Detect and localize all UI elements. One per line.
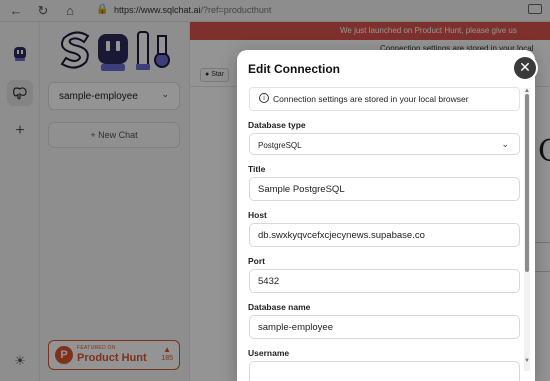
- info-notice-text: Connection settings are stored in your l…: [273, 94, 469, 104]
- username-input[interactable]: [249, 361, 520, 381]
- info-notice: i Connection settings are stored in your…: [249, 87, 520, 111]
- title-value: Sample PostgreSQL: [258, 184, 345, 195]
- edit-connection-dialog: Edit Connection i Connection settings ar…: [237, 50, 535, 381]
- database-name-label: Database name: [248, 302, 311, 312]
- title-label: Title: [248, 164, 266, 174]
- close-icon: ✕: [519, 59, 531, 75]
- port-label: Port: [248, 256, 265, 266]
- close-dialog-button[interactable]: ✕: [514, 57, 536, 79]
- host-value: db.swxkyqvcefxcjecynews.supabase.co: [258, 230, 425, 241]
- info-icon: i: [259, 93, 269, 103]
- dialog-scrollbar-thumb[interactable]: [525, 94, 529, 272]
- port-input[interactable]: 5432: [249, 269, 520, 293]
- database-type-label: Database type: [248, 120, 306, 130]
- chevron-down-icon: ⌄: [501, 139, 509, 149]
- port-value: 5432: [258, 276, 280, 287]
- dialog-title: Edit Connection: [248, 62, 340, 76]
- database-type-select[interactable]: PostgreSQL ⌄: [249, 133, 520, 155]
- username-label: Username: [248, 348, 290, 358]
- database-name-input[interactable]: sample-employee: [249, 315, 520, 339]
- host-input[interactable]: db.swxkyqvcefxcjecynews.supabase.co: [249, 223, 520, 247]
- title-input[interactable]: Sample PostgreSQL: [249, 177, 520, 201]
- database-name-value: sample-employee: [258, 322, 333, 333]
- database-type-value: PostgreSQL: [258, 141, 302, 150]
- scroll-down-arrow-icon[interactable]: ▼: [524, 358, 530, 364]
- host-label: Host: [248, 210, 267, 220]
